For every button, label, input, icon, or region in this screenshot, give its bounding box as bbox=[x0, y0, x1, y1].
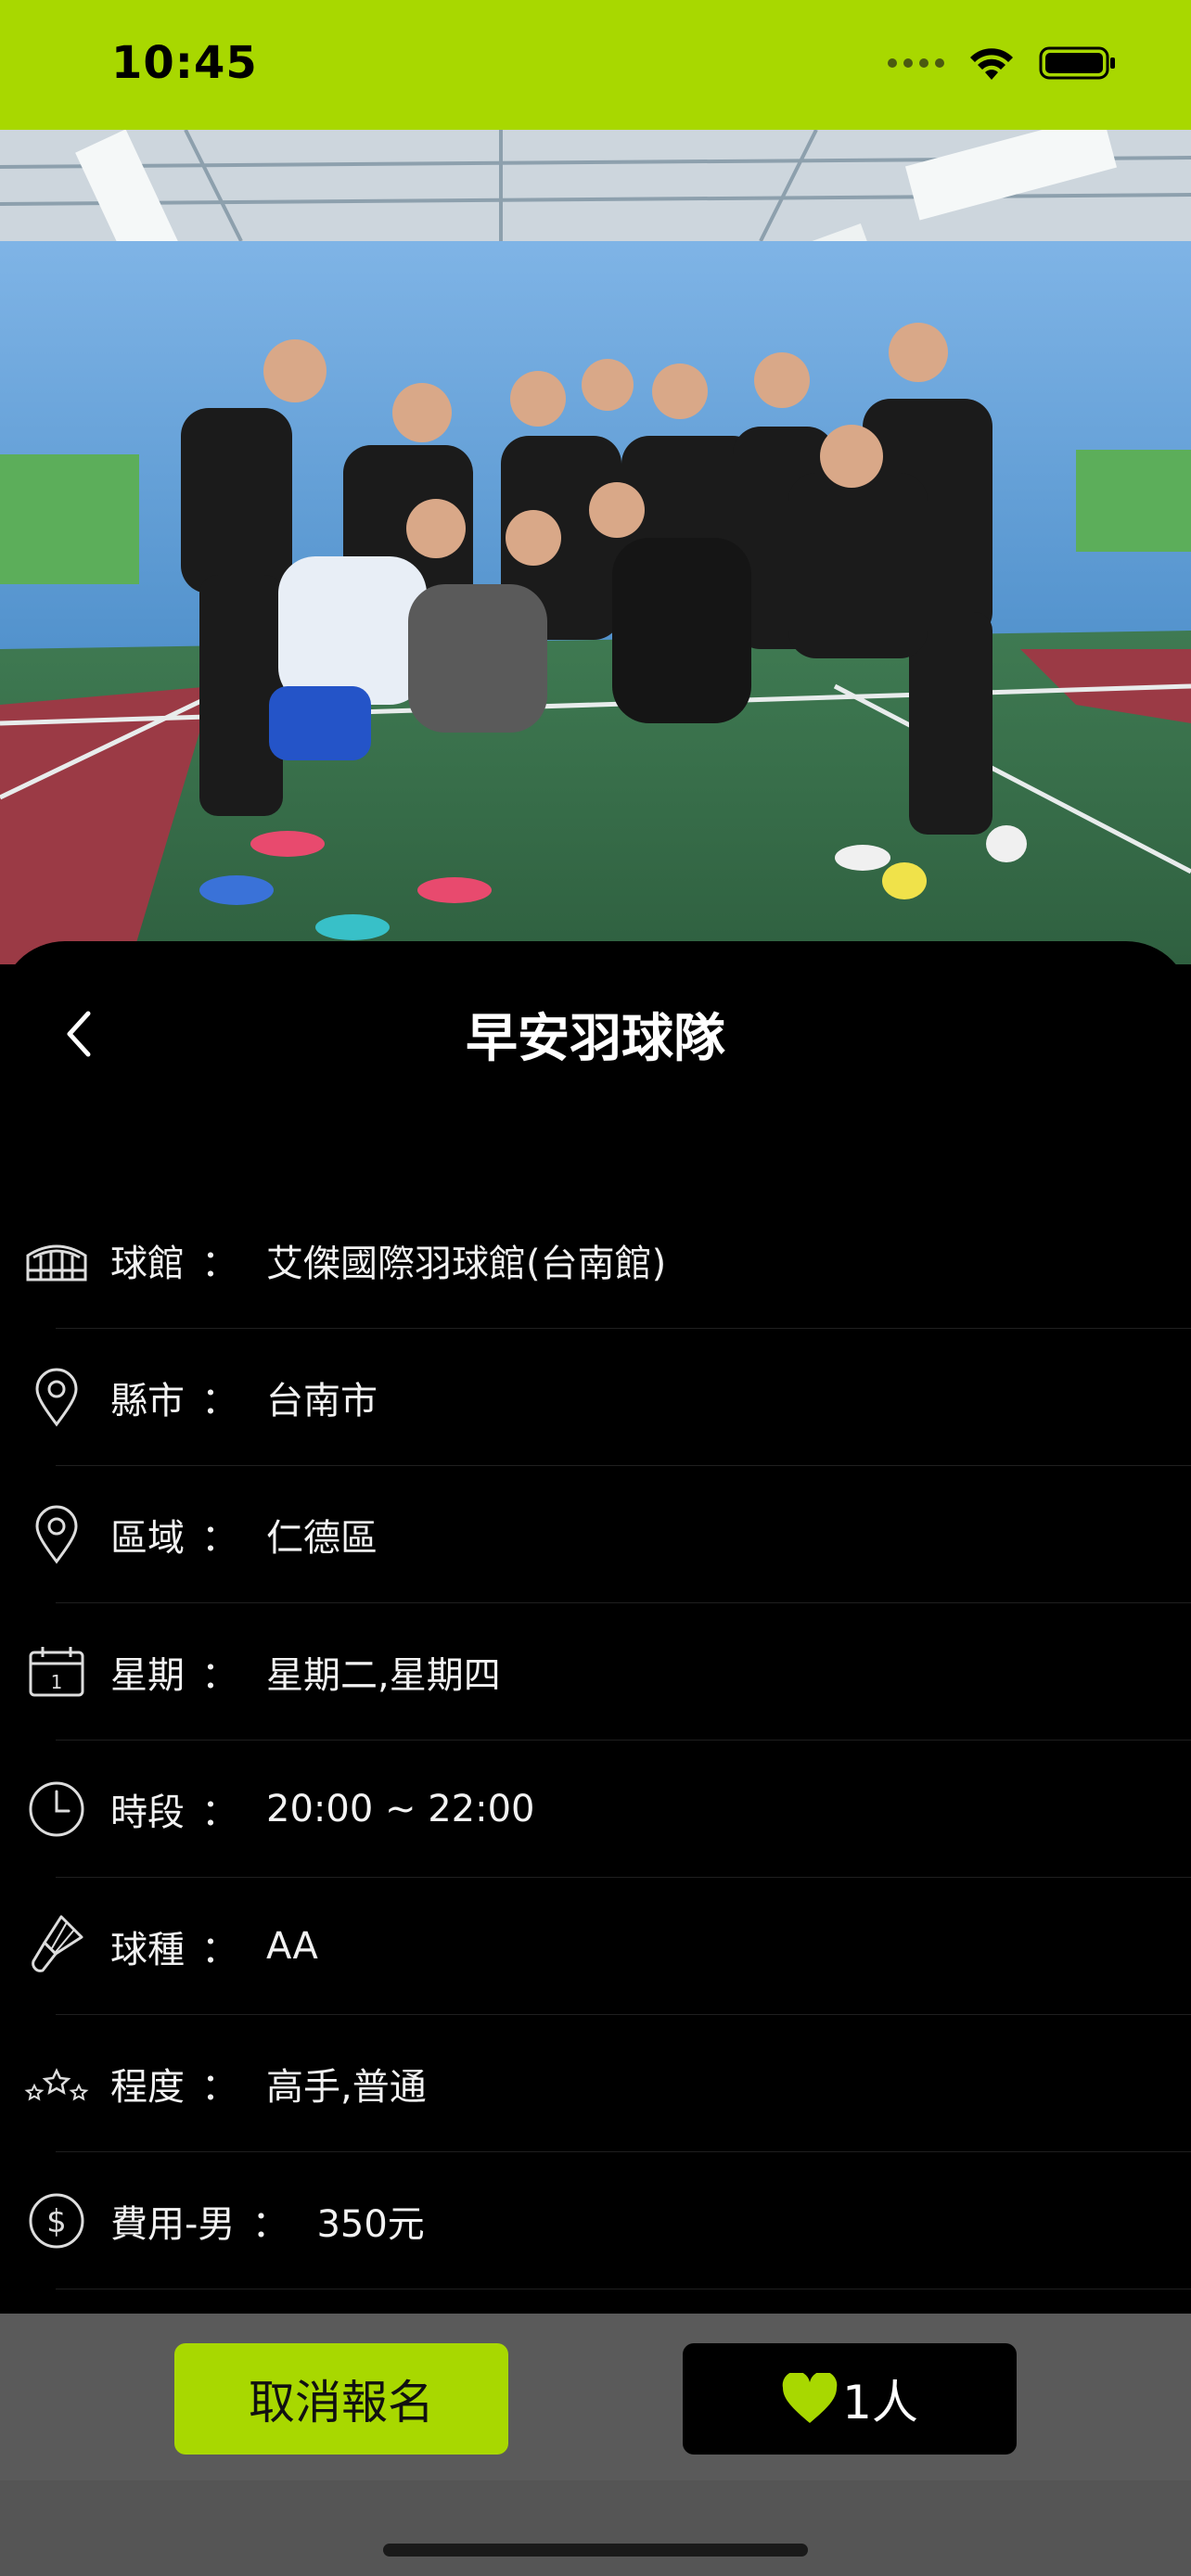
dollar-icon: $ bbox=[23, 2187, 90, 2254]
info-label: 星期 bbox=[110, 1654, 185, 1697]
district-value: 仁德區 bbox=[266, 1517, 378, 1560]
info-row-venue: 球館 ： 艾傑國際羽球館(台南館) bbox=[0, 1192, 1191, 1329]
status-time: 10:45 bbox=[111, 37, 258, 89]
info-label: 費用-男 bbox=[110, 2203, 236, 2246]
calendar-icon: 1 bbox=[23, 1639, 90, 1705]
home-indicator-area bbox=[0, 2480, 1191, 2576]
svg-text:$: $ bbox=[46, 2203, 67, 2240]
team-info-list: 球館 ： 艾傑國際羽球館(台南館) 縣市 ： 台南市 區域 ： 仁德區 1 星期… bbox=[0, 1192, 1191, 2289]
like-count: 1人 bbox=[842, 2376, 918, 2429]
info-colon: ： bbox=[251, 2203, 289, 2246]
info-colon: ： bbox=[201, 1792, 238, 1834]
info-row-weekday: 1 星期 ： 星期二,星期四 bbox=[0, 1603, 1191, 1741]
info-label: 程度 bbox=[110, 2066, 185, 2109]
info-colon: ： bbox=[201, 1380, 238, 1422]
like-button[interactable]: 1人 bbox=[683, 2343, 1017, 2455]
info-row-level: 程度 ： 高手,普通 bbox=[0, 2015, 1191, 2152]
info-row-shuttle: 球種 ： AA bbox=[0, 1878, 1191, 2015]
location-pin-icon bbox=[23, 1501, 90, 1568]
cellular-signal-icon bbox=[888, 58, 944, 68]
heart-icon bbox=[782, 2373, 838, 2423]
info-label: 時段 bbox=[110, 1792, 185, 1834]
info-row-time: 時段 ： 20:00 ~ 22:00 bbox=[0, 1741, 1191, 1878]
home-indicator[interactable] bbox=[383, 2544, 808, 2557]
cancel-signup-button[interactable]: 取消報名 bbox=[174, 2343, 508, 2455]
clock-icon bbox=[23, 1776, 90, 1843]
fee-male-value: 350元 bbox=[316, 2203, 425, 2246]
page-title: 早安羽球隊 bbox=[466, 1009, 725, 1069]
info-colon: ： bbox=[201, 1517, 238, 1560]
info-colon: ： bbox=[201, 1929, 238, 1971]
svg-text:1: 1 bbox=[51, 1671, 63, 1693]
team-photo-illustration bbox=[0, 130, 1191, 964]
venue-value: 艾傑國際羽球館(台南館) bbox=[266, 1243, 667, 1285]
location-pin-icon bbox=[23, 1364, 90, 1431]
time-value: 20:00 ~ 22:00 bbox=[266, 1788, 535, 1830]
info-label: 球種 bbox=[110, 1929, 185, 1971]
team-detail-card: 早安羽球隊 球館 ： 艾傑國際羽球館(台南館) 縣市 ： 台南市 區域 ： 仁德… bbox=[0, 941, 1191, 2314]
team-photo bbox=[0, 130, 1191, 964]
stadium-icon bbox=[23, 1227, 90, 1294]
shuttle-value: AA bbox=[266, 1925, 318, 1968]
bottom-action-bar: 取消報名 1人 bbox=[0, 2314, 1191, 2480]
city-value: 台南市 bbox=[266, 1380, 378, 1422]
info-row-district: 區域 ： 仁德區 bbox=[0, 1466, 1191, 1603]
info-colon: ： bbox=[201, 1654, 238, 1697]
status-icons bbox=[888, 45, 1117, 82]
shuttlecock-icon bbox=[23, 1913, 90, 1980]
level-value: 高手,普通 bbox=[266, 2066, 427, 2109]
battery-icon bbox=[1039, 46, 1115, 80]
info-row-city: 縣市 ： 台南市 bbox=[0, 1329, 1191, 1466]
status-bar: 10:45 bbox=[0, 0, 1191, 130]
info-row-fee-male: $ 費用-男 ： 350元 bbox=[0, 2152, 1191, 2289]
info-label: 區域 bbox=[110, 1517, 185, 1560]
weekday-value: 星期二,星期四 bbox=[266, 1654, 501, 1697]
info-colon: ： bbox=[201, 1243, 238, 1285]
wifi-icon bbox=[970, 48, 1013, 80]
info-colon: ： bbox=[201, 2066, 238, 2109]
stars-icon bbox=[23, 2050, 90, 2117]
info-label: 球館 bbox=[110, 1243, 185, 1285]
info-label: 縣市 bbox=[110, 1380, 185, 1422]
